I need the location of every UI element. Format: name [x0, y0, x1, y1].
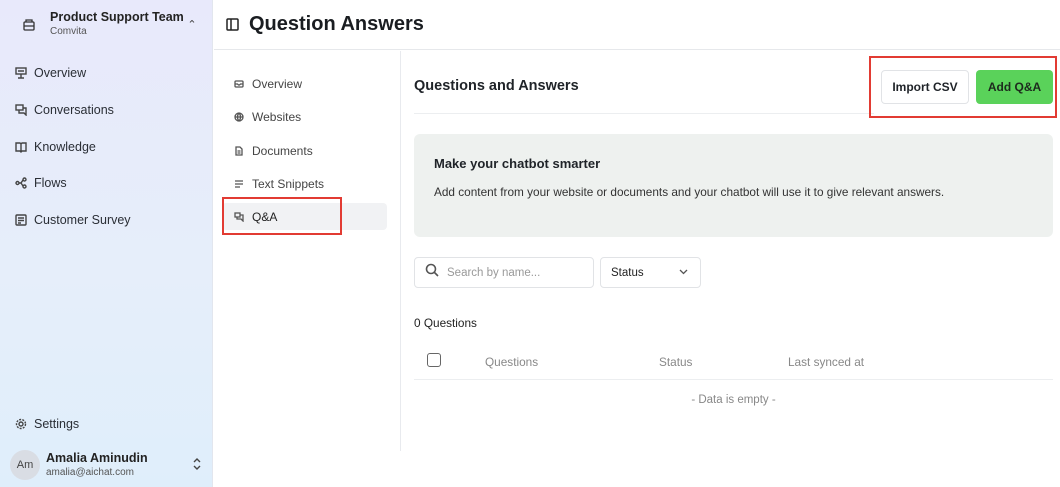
info-title: Make your chatbot smarter	[434, 156, 601, 171]
flow-icon	[14, 176, 28, 190]
presentation-icon	[14, 66, 28, 80]
select-all-checkbox[interactable]	[427, 353, 441, 367]
status-filter-value: Status	[611, 266, 644, 279]
briefcase-icon	[14, 18, 44, 31]
sidebar-item-label: Customer Survey	[34, 213, 131, 227]
survey-icon	[14, 213, 28, 227]
subnav-item-label: Overview	[252, 76, 303, 91]
team-name: Product Support Team	[50, 10, 184, 24]
user-name: Amalia Aminudin	[46, 451, 148, 465]
page-header: Question Answers	[214, 0, 1060, 50]
sidebar-item-label: Settings	[34, 417, 80, 431]
user-email: amalia@aichat.com	[46, 467, 134, 478]
info-body: Add content from your website or documen…	[434, 185, 945, 199]
search-box[interactable]	[414, 257, 594, 288]
subnav-item-documents[interactable]: Documents	[222, 137, 387, 164]
inbox-icon	[234, 79, 246, 89]
chevron-down-icon	[679, 267, 688, 278]
subnav-item-websites[interactable]: Websites	[222, 103, 387, 130]
column-header-last-synced[interactable]: Last synced at	[788, 355, 864, 369]
question-count: 0 Questions	[414, 316, 477, 330]
chat-icon	[14, 103, 28, 117]
sidebar-item-overview[interactable]: Overview	[0, 58, 213, 88]
subnav-item-label: Text Snippets	[252, 176, 325, 191]
user-menu[interactable]: Am Amalia Aminudin amalia@aichat.com	[10, 448, 205, 482]
search-icon	[425, 263, 439, 282]
column-header-questions[interactable]: Questions	[485, 355, 538, 369]
search-input[interactable]	[447, 266, 587, 279]
subnav-item-overview[interactable]: Overview	[222, 70, 387, 97]
panel-toggle-icon[interactable]	[226, 17, 240, 32]
sidebar-item-label: Knowledge	[34, 140, 96, 154]
sidebar-item-label: Overview	[34, 66, 87, 80]
avatar: Am	[10, 450, 40, 480]
sidebar-item-flows[interactable]: Flows	[0, 168, 213, 198]
globe-icon	[234, 111, 246, 122]
sidebar: Product Support Team Comvita ⌃ Overview …	[0, 0, 213, 487]
sidebar-item-knowledge[interactable]: Knowledge	[0, 132, 213, 162]
subnav-item-text-snippets[interactable]: Text Snippets	[222, 170, 387, 197]
column-header-status[interactable]: Status	[659, 355, 692, 369]
chevron-up-down-icon	[189, 457, 205, 473]
divider	[414, 113, 874, 114]
gear-icon	[14, 417, 28, 431]
subnav-item-label: Documents	[252, 143, 313, 158]
page-title: Question Answers	[249, 13, 424, 35]
book-icon	[14, 140, 28, 154]
chevron-up-down-icon: ⌃	[187, 18, 197, 31]
info-banner: Make your chatbot smarter Add content fr…	[414, 134, 1053, 237]
text-icon	[234, 179, 246, 189]
sidebar-item-conversations[interactable]: Conversations	[0, 95, 213, 125]
knowledge-subnav: Overview Websites Documents Text Snippet…	[214, 51, 401, 451]
empty-state-text: - Data is empty -	[691, 394, 776, 406]
sidebar-item-customer-survey[interactable]: Customer Survey	[0, 205, 213, 235]
highlight-box-actions	[869, 56, 1057, 118]
highlight-box-qa	[222, 197, 342, 235]
subnav-item-label: Websites	[252, 109, 302, 124]
section-title: Questions and Answers	[414, 78, 579, 94]
sidebar-item-label: Flows	[34, 176, 67, 190]
document-icon	[234, 145, 246, 156]
sidebar-item-label: Conversations	[34, 103, 114, 117]
team-switcher[interactable]: Product Support Team Comvita ⌃	[14, 8, 200, 40]
sidebar-item-settings[interactable]: Settings	[0, 409, 213, 439]
table-header: Questions Status Last synced at	[414, 344, 1053, 380]
status-filter-select[interactable]: Status	[600, 257, 701, 288]
team-org: Comvita	[50, 26, 87, 37]
